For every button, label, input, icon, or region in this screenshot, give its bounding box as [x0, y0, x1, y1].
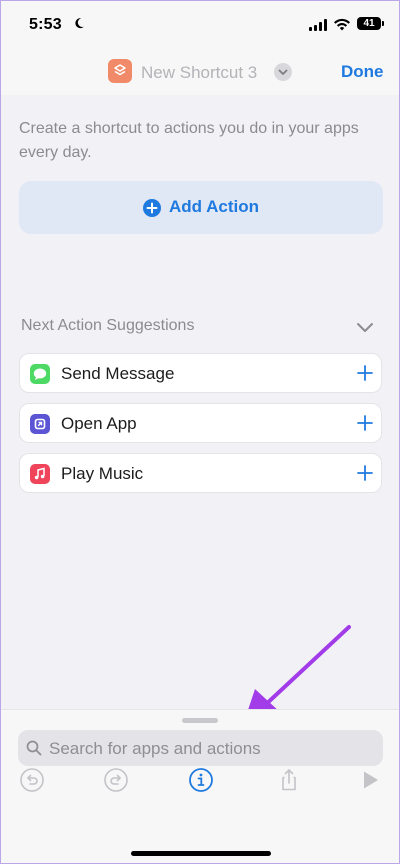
- intro-text: Create a shortcut to actions you do in y…: [19, 120, 359, 161]
- sheet-grabber[interactable]: [182, 718, 218, 723]
- search-icon: [26, 740, 42, 756]
- plus-circle-icon: [143, 199, 161, 217]
- suggestion-send-message[interactable]: Send Message: [19, 353, 382, 393]
- suggestion-open-app[interactable]: Open App: [19, 403, 382, 443]
- battery-cap: [382, 21, 384, 26]
- info-icon[interactable]: [188, 767, 214, 793]
- status-bar: 5:53 41: [1, 1, 399, 49]
- shortcuts-layers-icon: [114, 64, 126, 76]
- add-suggestion-plus-icon[interactable]: [357, 365, 373, 381]
- messages-icon: [30, 364, 50, 384]
- suggestion-label: Open App: [61, 414, 137, 433]
- suggestion-label: Play Music: [61, 464, 144, 483]
- music-icon: [30, 464, 50, 484]
- cellular-signal-icon: [309, 19, 327, 31]
- undo-icon[interactable]: [19, 767, 45, 793]
- home-indicator: [131, 851, 271, 856]
- search-placeholder: Search for apps and actions: [49, 739, 261, 758]
- add-suggestion-plus-icon[interactable]: [357, 415, 373, 431]
- done-button[interactable]: Done: [341, 62, 384, 82]
- chevron-down-icon[interactable]: [356, 322, 374, 334]
- editor-toolbar: [1, 761, 399, 797]
- add-action-button[interactable]: Add Action: [19, 181, 383, 234]
- focus-moon-icon: [75, 18, 84, 29]
- open-app-icon: [30, 414, 50, 434]
- phone-screen: 5:53 41 New Shortcut 3 Done Create a sho…: [0, 0, 400, 864]
- chevron-down-icon: [278, 69, 288, 75]
- shortcut-app-icon[interactable]: [108, 59, 132, 83]
- status-time: 5:53: [29, 16, 62, 33]
- redo-icon[interactable]: [103, 767, 129, 793]
- battery-indicator: 41: [357, 17, 381, 30]
- wifi-icon: [334, 18, 350, 31]
- suggestion-label: Send Message: [61, 364, 175, 383]
- navigation-bar: New Shortcut 3 Done: [1, 49, 399, 95]
- shortcut-title[interactable]: New Shortcut 3: [141, 63, 257, 83]
- add-action-label: Add Action: [169, 197, 260, 216]
- suggestion-play-music[interactable]: Play Music: [19, 453, 382, 493]
- title-menu-button[interactable]: [274, 63, 292, 81]
- add-suggestion-plus-icon[interactable]: [357, 465, 373, 481]
- suggestions-header: Next Action Suggestions: [21, 317, 195, 334]
- share-icon[interactable]: [276, 767, 302, 793]
- play-icon[interactable]: [357, 767, 383, 793]
